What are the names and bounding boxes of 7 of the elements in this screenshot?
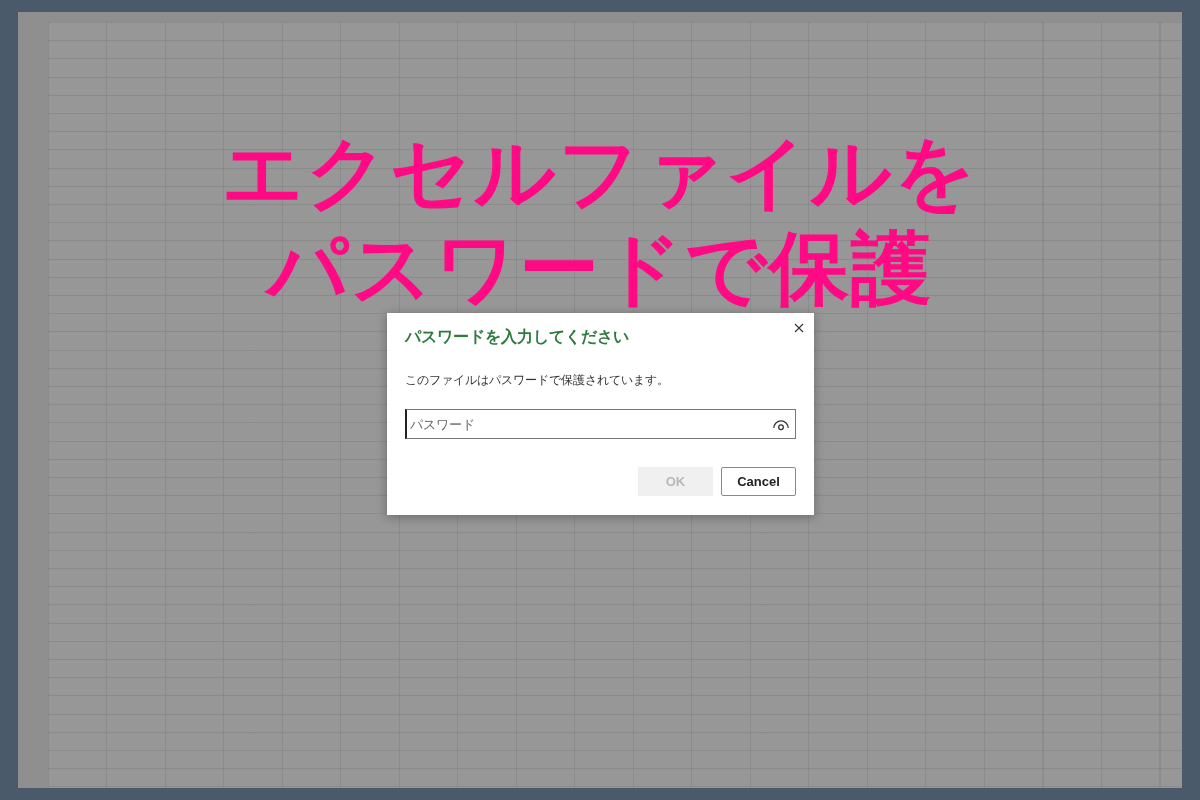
cancel-button[interactable]: Cancel: [721, 467, 796, 496]
password-field[interactable]: パスワード: [405, 409, 796, 439]
dialog-title: パスワードを入力してください: [405, 327, 630, 348]
headline-text: エクセルファイルを: [222, 128, 978, 218]
dialog-message: このファイルはパスワードで保護されています。: [405, 372, 670, 389]
close-icon[interactable]: [794, 323, 804, 333]
eye-icon[interactable]: [772, 418, 790, 431]
